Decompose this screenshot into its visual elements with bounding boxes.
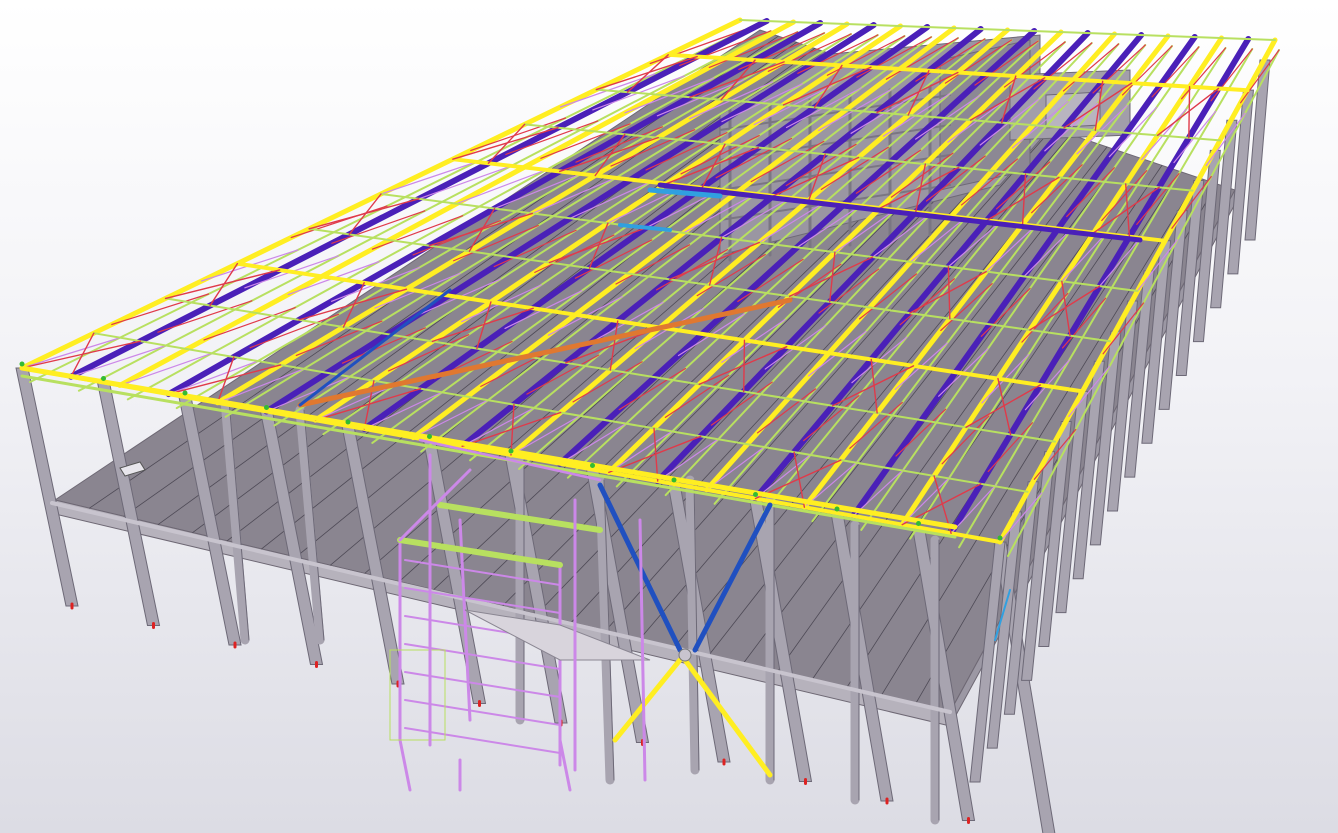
front-column — [15, 367, 79, 607]
structural-model-3d-view[interactable] — [0, 0, 1338, 833]
roof-brace — [1156, 87, 1220, 137]
column-cap — [345, 419, 351, 425]
column-cap — [19, 361, 25, 367]
column-cap — [508, 448, 514, 454]
column-cap — [182, 390, 188, 396]
stair-post — [398, 738, 412, 792]
truss-web — [1151, 46, 1200, 98]
column-cap — [753, 492, 758, 497]
column-cap — [590, 463, 595, 468]
column-cap — [834, 506, 840, 512]
roof-brace — [487, 123, 526, 164]
column-cap — [916, 521, 921, 526]
purlin — [739, 19, 1276, 41]
column-cap — [427, 434, 432, 439]
model-viewport[interactable] — [0, 0, 1338, 833]
column-cap — [264, 405, 269, 410]
column-cap — [997, 535, 1003, 541]
roof-brace — [1188, 85, 1191, 139]
brace-gusset — [678, 648, 692, 662]
roof-brace — [743, 339, 746, 393]
roof-brace — [21, 340, 142, 369]
column-cap — [671, 477, 677, 483]
column-cap — [101, 376, 106, 381]
